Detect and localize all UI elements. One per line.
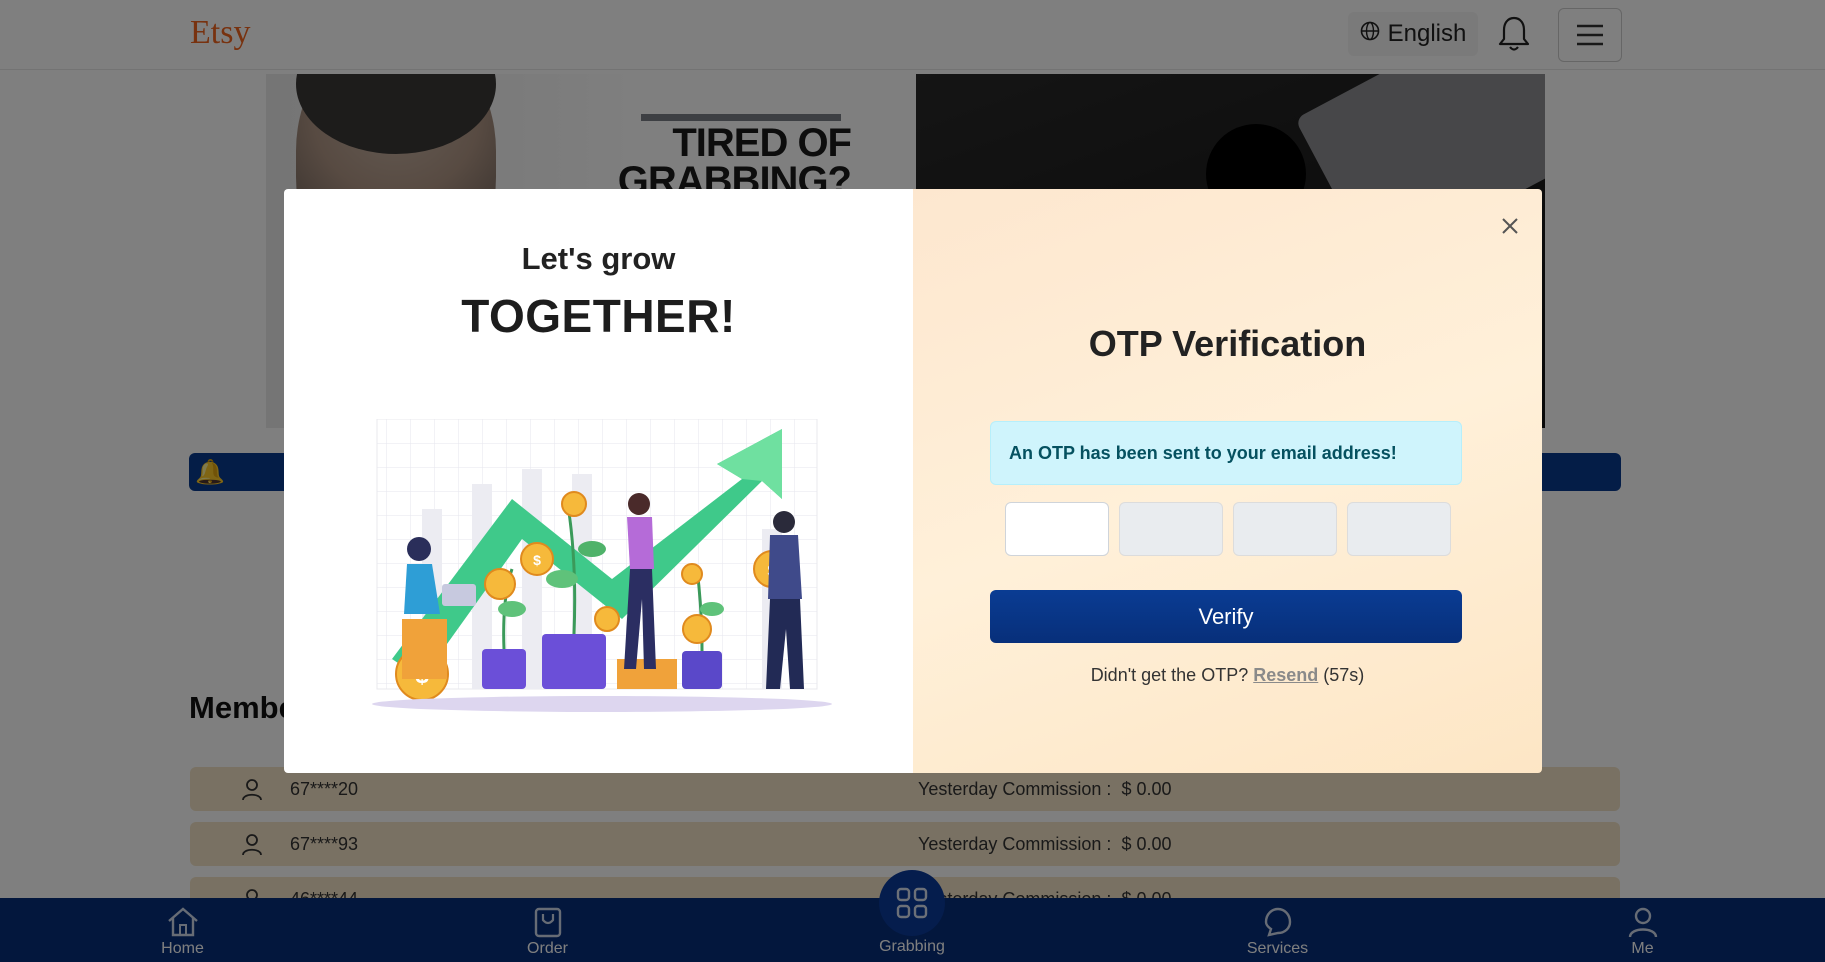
otp-digit-3[interactable] xyxy=(1233,502,1337,556)
otp-modal: Let's grow TOGETHER! $ OTP Verification … xyxy=(284,189,1542,773)
grow-headline: Let's grow xyxy=(521,241,676,276)
otp-input-group xyxy=(1005,502,1451,556)
otp-digit-1[interactable] xyxy=(1005,502,1109,556)
otp-sent-alert: An OTP has been sent to your email addre… xyxy=(990,421,1462,485)
otp-panel: OTP Verification An OTP has been sent to… xyxy=(913,189,1542,773)
resend-countdown: (57s) xyxy=(1323,665,1365,685)
otp-digit-2[interactable] xyxy=(1119,502,1223,556)
together-headline: TOGETHER! xyxy=(461,290,736,342)
resend-link[interactable]: Resend xyxy=(1253,665,1318,685)
close-button[interactable] xyxy=(1495,211,1525,241)
resend-prompt: Didn't get the OTP? Resend (57s) xyxy=(913,665,1542,686)
resend-prefix: Didn't get the OTP? xyxy=(1090,665,1249,685)
growth-illustration: $ $ $ xyxy=(372,419,832,712)
close-icon xyxy=(1502,218,1518,234)
otp-digit-4[interactable] xyxy=(1347,502,1451,556)
verify-button[interactable]: Verify xyxy=(990,590,1462,643)
svg-text:$: $ xyxy=(533,552,541,568)
modal-promo-panel: Let's grow TOGETHER! $ xyxy=(284,189,913,773)
otp-title: OTP Verification xyxy=(1088,323,1367,364)
